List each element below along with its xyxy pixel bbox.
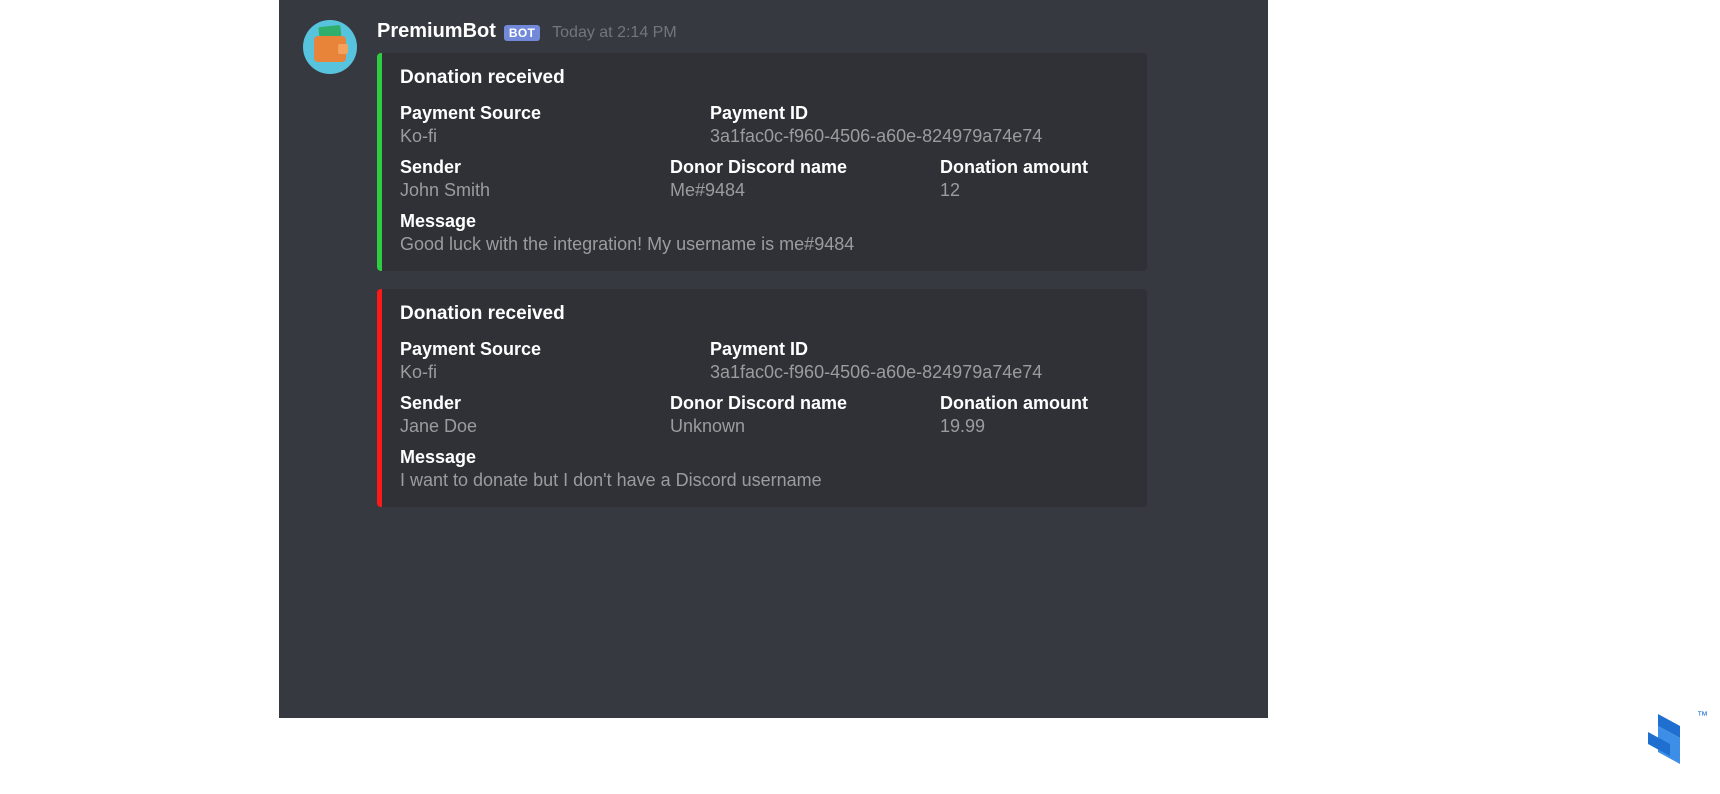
embed-title: Donation received [400,67,1129,89]
field-value: 3a1fac0c-f960-4506-a60e-824979a74e74 [710,126,1129,147]
field-value: Jane Doe [400,416,670,437]
field-payment-id: Payment ID 3a1fac0c-f960-4506-a60e-82497… [710,339,1129,383]
field-row: Sender Jane Doe Donor Discord name Unkno… [400,393,1129,437]
field-label: Donation amount [940,393,1129,414]
bot-badge: BOT [504,25,540,41]
field-label: Payment Source [400,103,710,124]
message-content: PremiumBot BOT Today at 2:14 PM Donation… [377,20,1147,507]
embed: Donation received Payment Source Ko-fi P… [377,289,1147,507]
field-value: 3a1fac0c-f960-4506-a60e-824979a74e74 [710,362,1129,383]
field-value: Ko-fi [400,362,710,383]
field-donor-discord: Donor Discord name Me#9484 [670,157,940,201]
field-value: John Smith [400,180,670,201]
field-label: Message [400,211,1129,232]
embed-title: Donation received [400,303,1129,325]
field-label: Donor Discord name [670,157,940,178]
field-donor-discord: Donor Discord name Unknown [670,393,940,437]
avatar[interactable] [303,20,357,74]
field-message: Message Good luck with the integration! … [400,211,1129,255]
field-value: 19.99 [940,416,1129,437]
field-sender: Sender Jane Doe [400,393,670,437]
field-sender: Sender John Smith [400,157,670,201]
field-label: Message [400,447,1129,468]
field-label: Sender [400,393,670,414]
trademark: ™ [1697,710,1708,722]
field-value: Good luck with the integration! My usern… [400,234,1129,255]
embed-list: Donation received Payment Source Ko-fi P… [377,53,1147,507]
field-value: Unknown [670,416,940,437]
brand-logo: ™ [1648,714,1690,764]
field-row: Payment Source Ko-fi Payment ID 3a1fac0c… [400,103,1129,147]
message: PremiumBot BOT Today at 2:14 PM Donation… [303,20,1244,507]
discord-message-panel: PremiumBot BOT Today at 2:14 PM Donation… [279,0,1268,718]
field-row: Sender John Smith Donor Discord name Me#… [400,157,1129,201]
message-header: PremiumBot BOT Today at 2:14 PM [377,20,1147,43]
field-value: Me#9484 [670,180,940,201]
username[interactable]: PremiumBot [377,20,496,43]
field-payment-source: Payment Source Ko-fi [400,103,710,147]
field-value: Ko-fi [400,126,710,147]
field-row: Payment Source Ko-fi Payment ID 3a1fac0c… [400,339,1129,383]
field-message: Message I want to donate but I don't hav… [400,447,1129,491]
embed: Donation received Payment Source Ko-fi P… [377,53,1147,271]
field-donation-amount: Donation amount 12 [940,157,1129,201]
timestamp: Today at 2:14 PM [552,24,677,42]
field-label: Donation amount [940,157,1129,178]
field-donation-amount: Donation amount 19.99 [940,393,1129,437]
field-label: Payment ID [710,339,1129,360]
field-payment-source: Payment Source Ko-fi [400,339,710,383]
field-value: I want to donate but I don't have a Disc… [400,470,1129,491]
field-label: Payment ID [710,103,1129,124]
wallet-icon [314,36,346,62]
field-label: Donor Discord name [670,393,940,414]
field-label: Payment Source [400,339,710,360]
field-label: Sender [400,157,670,178]
field-payment-id: Payment ID 3a1fac0c-f960-4506-a60e-82497… [710,103,1129,147]
field-value: 12 [940,180,1129,201]
